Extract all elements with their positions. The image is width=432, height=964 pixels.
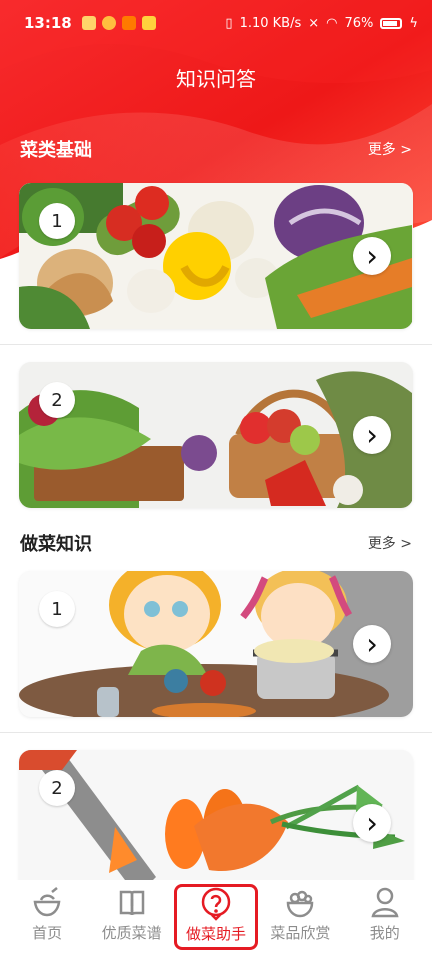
badge-notification-icon: [141, 16, 156, 30]
wifi-icon: ◠: [326, 15, 338, 31]
status-time: 13:18: [24, 14, 72, 32]
nav-home-label: 首页: [32, 924, 63, 942]
vegetable-basics-section-header: 菜类基础 更多 >: [20, 136, 412, 162]
battery-percent: 76%: [344, 15, 374, 31]
nav-home[interactable]: 首页: [5, 886, 89, 948]
nav-dish-gallery[interactable]: 菜品欣赏: [258, 886, 342, 948]
nav-profile-label: 我的: [369, 924, 400, 942]
section-title-vegetable-basics: 菜类基础: [20, 140, 92, 161]
nav-profile[interactable]: 我的: [343, 886, 427, 948]
bottom-navigation: 首页 优质菜谱 做菜助手 菜品欣赏 我的: [0, 880, 432, 964]
signal-off-icon: ×: [308, 15, 320, 31]
section-divider: [0, 732, 432, 733]
app-notification-icon: [101, 16, 116, 30]
dish-icon: [287, 890, 314, 918]
card-number-badge: 1: [39, 591, 75, 627]
section-title-cooking-knowledge: 做菜知识: [20, 534, 92, 555]
chevron-right-icon[interactable]: ›: [353, 804, 391, 842]
charging-icon: ϟ: [409, 15, 418, 31]
vegetable-basics-card-1[interactable]: 1 ›: [19, 183, 413, 329]
knowledge-qa-screen: 13:18 ▯ 1.10 KB/s × ◠ 76% ϟ 知识问答 菜类基础 更多…: [0, 0, 432, 964]
user-icon: [371, 887, 399, 918]
nav-recipes-label: 优质菜谱: [101, 924, 162, 942]
question-icon: [201, 887, 231, 921]
card-number-badge: 2: [39, 770, 75, 806]
section-divider: [0, 344, 432, 345]
home-bowl-icon: [33, 887, 61, 917]
recipe-book-icon: [119, 890, 144, 916]
cooking-knowledge-card-2[interactable]: 2 ›: [19, 750, 413, 896]
nav-dish-gallery-label: 菜品欣赏: [270, 924, 331, 942]
network-speed: 1.10 KB/s: [239, 15, 302, 31]
vegetable-basics-card-2[interactable]: 2 ›: [19, 362, 413, 508]
status-bar: 13:18 ▯ 1.10 KB/s × ◠ 76% ϟ: [0, 0, 432, 46]
cooking-knowledge-card-1[interactable]: 1 ›: [19, 571, 413, 717]
page-title: 知识问答: [176, 67, 256, 91]
mail-icon: [121, 16, 136, 30]
nav-recipes[interactable]: 优质菜谱: [90, 886, 174, 948]
nav-cooking-assistant-label: 做菜助手: [185, 925, 246, 943]
chevron-right-icon[interactable]: ›: [353, 237, 391, 275]
status-right: ▯ 1.10 KB/s × ◠ 76% ϟ: [225, 16, 418, 31]
nav-cooking-assistant[interactable]: 做菜助手: [173, 884, 258, 950]
battery-icon: [380, 17, 403, 29]
chevron-right-icon[interactable]: ›: [353, 416, 391, 454]
chevron-right-icon[interactable]: ›: [353, 625, 391, 663]
card-number-badge: 2: [39, 382, 75, 418]
more-vegetable-basics-link[interactable]: 更多 >: [368, 139, 412, 159]
vibrate-icon: ▯: [225, 15, 233, 31]
notification-icon: [81, 16, 96, 30]
cooking-knowledge-section-header: 做菜知识 更多 >: [20, 530, 412, 556]
card-number-badge: 1: [39, 203, 75, 239]
more-cooking-knowledge-link[interactable]: 更多 >: [368, 533, 412, 553]
